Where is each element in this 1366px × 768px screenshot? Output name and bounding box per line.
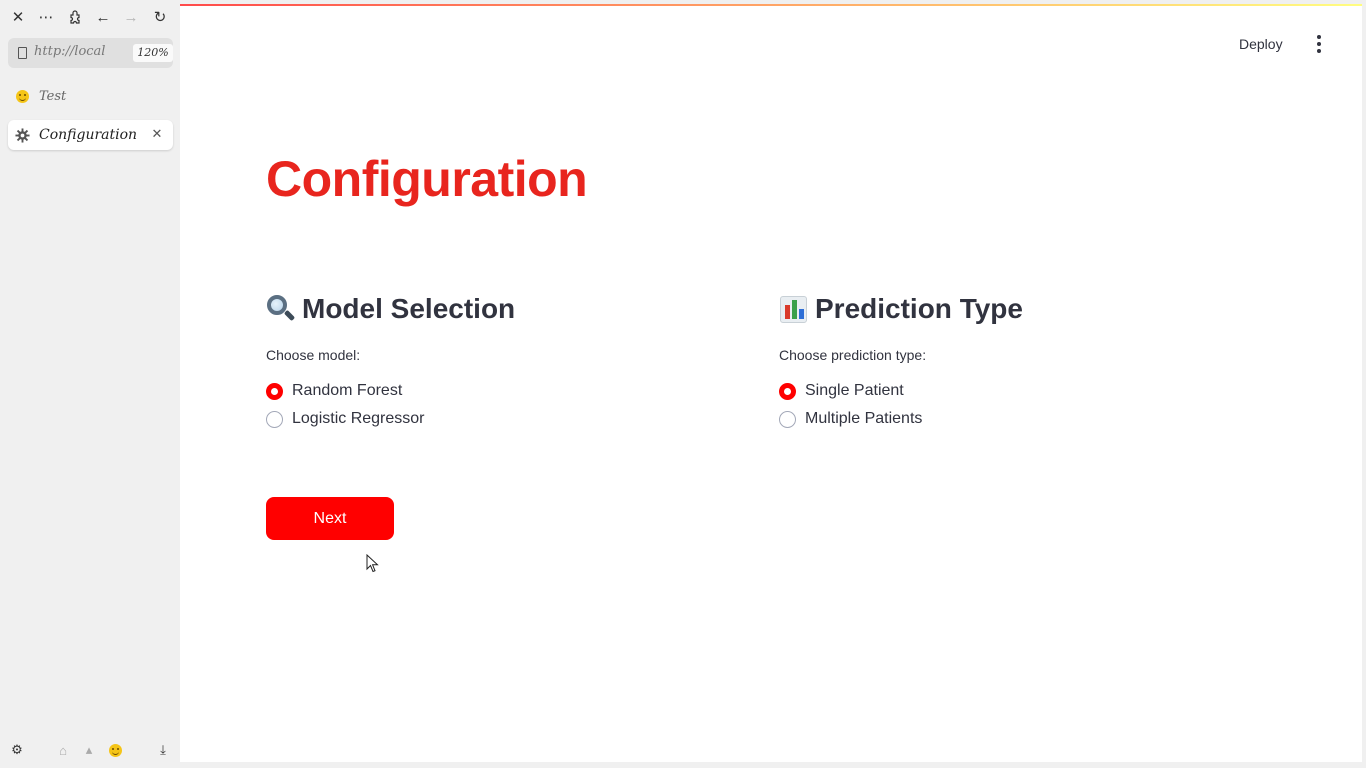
model-radio-group: Random Forest Logistic Regressor (266, 377, 726, 433)
radio-logistic-regressor[interactable]: Logistic Regressor (266, 405, 726, 433)
more-icon[interactable]: ⋯ (35, 6, 57, 28)
model-selection-section: Model Selection Choose model: Random For… (266, 286, 726, 433)
radio-circle[interactable] (779, 382, 796, 400)
radio-circle[interactable] (779, 410, 796, 428)
browser-sidebar: ✕ ⋯ ← → ↻ http://local 120% Test Configu… (0, 0, 180, 768)
model-radio-label: Choose model: (266, 347, 361, 363)
radio-option-label: Logistic Regressor (292, 410, 425, 427)
download-icon[interactable]: ⤓ (154, 741, 172, 759)
prediction-type-section: Prediction Type Choose prediction type: … (779, 286, 1239, 433)
radio-option-label: Multiple Patients (805, 410, 923, 427)
section-title: Prediction Type (815, 293, 1023, 324)
forward-icon[interactable]: → (120, 6, 142, 28)
url-text[interactable]: http://local (34, 44, 126, 62)
next-button[interactable]: Next (266, 497, 394, 540)
extensions-icon[interactable] (64, 6, 86, 28)
deploy-button[interactable]: Deploy (1239, 33, 1283, 55)
sidebar-bottom-bar: ⚙ ⌂ ▴ ⤓ (0, 738, 180, 762)
prediction-type-heading: Prediction Type (779, 286, 1239, 332)
bar-chart-icon (779, 294, 809, 324)
back-icon[interactable]: ← (92, 6, 114, 28)
home-icon[interactable]: ⌂ (54, 741, 72, 759)
url-bar[interactable]: http://local 120% (8, 38, 173, 68)
tab-configuration[interactable]: Configuration ✕ (8, 120, 173, 150)
mouse-cursor-icon (366, 554, 379, 573)
emoji-icon[interactable] (106, 741, 124, 759)
radio-circle[interactable] (266, 382, 283, 400)
radio-option-label: Random Forest (292, 382, 403, 399)
radio-random-forest[interactable]: Random Forest (266, 377, 726, 405)
radio-multiple-patients[interactable]: Multiple Patients (779, 405, 1239, 433)
radio-option-label: Single Patient (805, 382, 904, 399)
gear-icon (14, 127, 30, 143)
browser-nav-bar: ✕ ⋯ ← → ↻ (0, 4, 180, 32)
app-content: Deploy Configuration Model Selection Cho… (180, 4, 1362, 762)
mascot-icon[interactable]: ▴ (80, 741, 98, 759)
page-title: Configuration (266, 151, 588, 207)
main-menu-icon[interactable] (1309, 32, 1329, 56)
zoom-level[interactable]: 120% (133, 44, 173, 62)
header-decoration (180, 4, 1362, 6)
model-selection-heading: Model Selection (266, 286, 726, 332)
magnifier-icon (266, 294, 296, 324)
reload-icon[interactable]: ↻ (149, 6, 171, 28)
tab-label: Test (39, 88, 67, 104)
radio-circle[interactable] (266, 410, 283, 428)
tab-label: Configuration (39, 127, 138, 143)
prediction-radio-label: Choose prediction type: (779, 347, 927, 363)
settings-icon[interactable]: ⚙ (8, 741, 26, 759)
tab-close-icon[interactable]: ✕ (150, 127, 164, 141)
page-icon (18, 47, 27, 59)
tab-test[interactable]: Test (8, 81, 173, 111)
close-icon[interactable]: ✕ (7, 6, 29, 28)
smiley-icon (14, 88, 30, 104)
section-title: Model Selection (302, 293, 516, 324)
radio-single-patient[interactable]: Single Patient (779, 377, 1239, 405)
prediction-radio-group: Single Patient Multiple Patients (779, 377, 1239, 433)
